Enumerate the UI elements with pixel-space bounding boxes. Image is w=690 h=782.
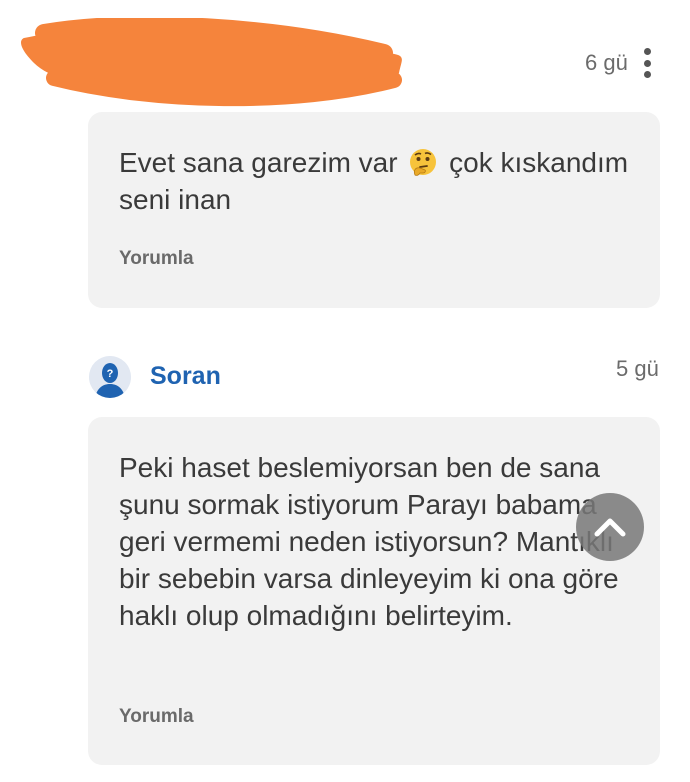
reply-button[interactable]: Yorumla [119,248,194,270]
thinking-face-emoji-icon [410,149,437,176]
comment-text: Peki haset beslemiyorsan ben de sana şun… [119,452,619,631]
comment-text: Evet sana garezim var çok kıskandım seni… [119,144,639,218]
comment-time: 6 gü [585,50,628,75]
reply-button[interactable]: Yorumla [119,706,194,728]
svg-text:?: ? [107,368,114,380]
scroll-to-top-button[interactable] [576,493,644,561]
redaction-scribble [21,18,402,107]
more-options-icon[interactable] [640,48,654,78]
comment-author[interactable]: Soran [150,362,221,391]
comment-text-part: Evet sana garezim var [119,147,398,178]
chevron-up-icon [594,518,626,537]
comment-bubble: Peki haset beslemiyorsan ben de sana şun… [88,417,660,765]
anonymous-user-icon[interactable]: ? [89,356,131,398]
comment-bubble: Evet sana garezim var çok kıskandım seni… [88,112,660,308]
comment-time: 5 gü [616,356,659,381]
